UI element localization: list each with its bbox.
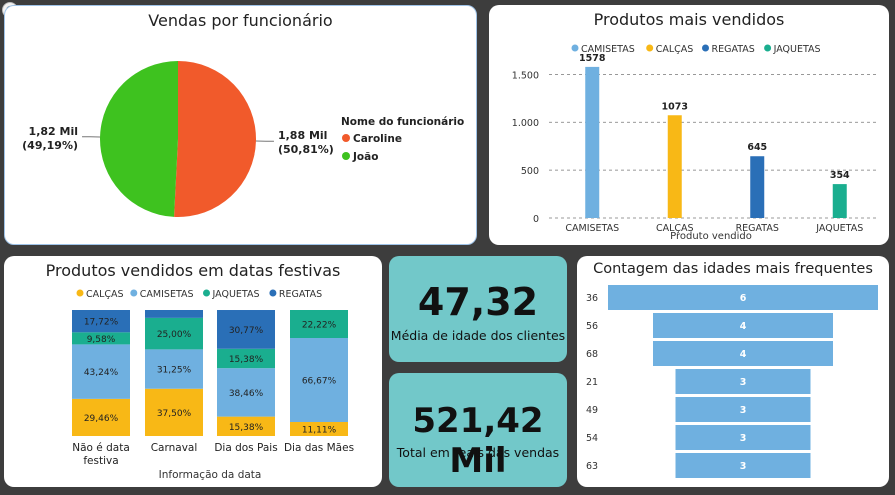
bar-legend-label-3: JAQUETAS [773, 44, 821, 55]
bar-1[interactable] [667, 115, 682, 218]
pie-pct-label-0: (50,81%) [278, 143, 334, 156]
funnel-category-label-3: 21 [586, 377, 598, 388]
bar-value-label-2: 645 [747, 142, 767, 153]
pie-legend-label-1: João [352, 151, 378, 163]
bar-legend-marker-3 [764, 44, 772, 52]
funnel-category-label-4: 49 [586, 405, 598, 416]
bar-ytick-label-3: 1.500 [512, 70, 539, 81]
stack-legend-marker-3 [269, 289, 277, 297]
pie-legend-marker-1 [342, 152, 350, 160]
stacked-chart-card[interactable]: Produtos vendidos em datas festivas CALÇ… [4, 256, 382, 487]
kpi-total-sales-card[interactable]: 521,42 Mil Total em reais das vendas [389, 373, 567, 487]
funnel-value-label-6: 3 [740, 461, 747, 472]
funnel-value-label-4: 3 [740, 405, 747, 416]
bar-chart-card[interactable]: Produtos mais vendidos CAMISETAS CALÇAS RE… [489, 5, 889, 245]
bar-ytick-label-2: 1.000 [512, 118, 539, 129]
bar-legend-marker-0 [571, 44, 579, 52]
funnel-chart-card[interactable]: Contagem das idades mais frequentes 6 36 4… [577, 256, 889, 487]
stack-segment-label-2-0: 15,38% [229, 423, 264, 433]
pie-value-label-1: 1,82 Mil [29, 125, 78, 138]
funnel-value-label-2: 4 [740, 349, 747, 360]
stack-segment-1-3[interactable] [145, 310, 203, 318]
stack-segment-label-0-3: 17,72% [84, 318, 119, 328]
stack-segment-label-2-2: 15,38% [229, 355, 264, 365]
bar-0[interactable] [585, 66, 600, 218]
funnel-value-label-3: 3 [740, 377, 747, 388]
kpi-average-age-card[interactable]: 47,32 Média de idade dos clientes [389, 256, 567, 362]
funnel-value-label-5: 3 [740, 433, 747, 444]
funnel-category-label-5: 54 [586, 433, 598, 444]
stack-segment-label-1-1: 31,25% [157, 366, 192, 376]
pie-legend-marker-0 [342, 134, 350, 142]
funnel-category-label-0: 36 [586, 293, 598, 304]
stack-segment-label-2-1: 38,46% [229, 389, 264, 399]
stack-segment-label-3-1: 66,67% [302, 376, 337, 386]
stack-legend-label-0: CALÇAS [86, 289, 124, 300]
funnel-category-label-6: 63 [586, 461, 598, 472]
bar-xtick-label-3: JAQUETAS [815, 223, 863, 234]
stacked-bar-chart[interactable]: CALÇAS CAMISETAS JAQUETAS REGATAS 29,46% 43,2… [4, 256, 382, 487]
pie-legend-label-0: Caroline [353, 133, 402, 145]
stack-legend-label-1: CAMISETAS [140, 289, 194, 300]
stack-xtick-label-1-0: Carnaval [151, 442, 198, 454]
bar-xtick-label-0: CAMISETAS [565, 223, 619, 234]
kpi-average-age-label: Média de idade dos clientes [390, 328, 566, 343]
bar-legend-label-1: CALÇAS [656, 44, 694, 55]
stack-legend-label-2: JAQUETAS [212, 289, 260, 300]
stack-segment-label-0-1: 43,24% [84, 368, 119, 378]
funnel-value-label-0: 6 [740, 293, 747, 304]
bar-xaxis-title: Produto vendido [670, 231, 752, 242]
stack-xtick-label-3-0: Dia das Mães [284, 442, 354, 454]
stack-xtick-label-0-0: Não é data [72, 442, 130, 454]
pie-chart[interactable]: 1,88 Mil(50,81%) 1,82 Mil(49,19%) Nome do … [5, 6, 476, 244]
stack-segment-label-0-0: 29,46% [84, 414, 119, 424]
stack-segment-label-1-0: 37,50% [157, 409, 192, 419]
bar-legend-marker-2 [702, 44, 709, 52]
funnel-category-label-1: 56 [586, 321, 598, 332]
bar-legend-label-2: REGATAS [712, 44, 755, 55]
bar-value-label-0: 1578 [579, 53, 606, 64]
kpi-average-age-value: 47,32 [417, 280, 539, 324]
bar-2[interactable] [750, 156, 765, 218]
pie-pct-label-1: (49,19%) [22, 139, 78, 152]
stack-xaxis-title: Informação da data [159, 469, 262, 481]
bar-3[interactable] [832, 184, 847, 218]
stack-segment-label-3-0: 11,11% [302, 426, 337, 436]
funnel-value-label-1: 4 [740, 321, 747, 332]
pie-value-label-0: 1,88 Mil [278, 129, 327, 142]
stack-legend-marker-2 [203, 289, 210, 297]
stack-segment-label-2-3: 30,77% [229, 326, 264, 336]
pie-slice-1[interactable] [99, 61, 178, 217]
stack-segment-label-1-2: 25,00% [157, 330, 192, 340]
bar-value-label-3: 354 [830, 170, 850, 181]
kpi-total-sales-label: Total em reais das vendas [396, 445, 560, 460]
stack-segment-label-3-2: 22,22% [302, 320, 337, 330]
kpi-total-sales-value: 521,42 Mil [412, 401, 544, 481]
bar-ytick-label-1: 500 [521, 166, 539, 177]
bar-legend-marker-1 [646, 44, 654, 52]
stack-legend-label-3: REGATAS [279, 289, 322, 300]
funnel-category-label-2: 68 [586, 349, 598, 360]
stack-segment-label-0-2: 9,58% [87, 335, 116, 345]
pie-legend-title: Nome do funcionário [341, 116, 464, 128]
stack-xtick-label-0-1: festiva [83, 455, 118, 467]
bar-value-label-1: 1073 [662, 101, 688, 112]
funnel-chart[interactable]: 636456468321349354363 [577, 256, 889, 487]
stack-legend-marker-0 [76, 289, 84, 297]
pie-slice-0[interactable] [174, 61, 256, 218]
bar-chart[interactable]: CAMISETAS CALÇAS REGATAS JAQUETAS 0 500 1.000 1… [489, 5, 889, 245]
pie-chart-card[interactable]: Vendas por funcionário 1,88 Mil (50,81%) 1… [4, 5, 477, 245]
bar-ytick-label-0: 0 [533, 214, 539, 225]
stack-xtick-label-2-0: Dia dos Pais [214, 442, 277, 454]
stack-legend-marker-1 [130, 289, 138, 297]
